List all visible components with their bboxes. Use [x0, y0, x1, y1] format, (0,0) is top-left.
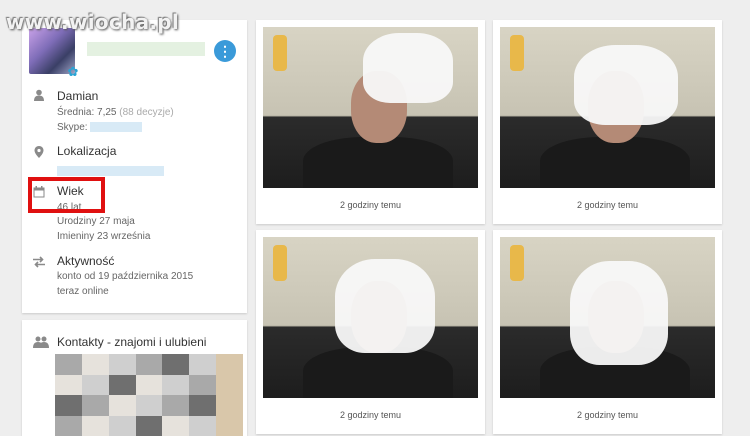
photo-caption: 2 godziny temu: [576, 200, 639, 210]
profile-name: Damian: [57, 89, 99, 103]
more-options-button[interactable]: ⋮: [214, 40, 236, 62]
people-icon: [33, 336, 49, 348]
blurred-username: [87, 42, 205, 56]
contacts-card: Kontakty - znajomi i ulubieni: [22, 320, 247, 436]
photo-caption: 2 godziny temu: [339, 410, 402, 420]
profile-card: ✿ ⋮ Damian Średnia: 7,25 (88 decyzje) Sk…: [22, 20, 247, 313]
skype-label: Skype:: [57, 122, 88, 133]
account-since: konto od 19 października 2015: [57, 271, 194, 282]
swap-arrows-icon: [33, 256, 45, 268]
photo-caption: 2 godziny temu: [339, 200, 402, 210]
rating-count: (88 decyzje): [119, 107, 174, 118]
contacts-title: Kontakty - znajomi i ulubieni: [57, 335, 207, 349]
pin-icon: [33, 146, 45, 158]
location-title: Lokalizacja: [57, 144, 117, 158]
butterfly-icon: ✿: [67, 64, 79, 79]
photo-caption: 2 godziny temu: [576, 410, 639, 420]
photo-card[interactable]: 2 godziny temu: [493, 20, 722, 224]
photo-image[interactable]: [263, 27, 478, 188]
rating-line: Średnia: 7,25 (88 decyzje): [57, 107, 174, 118]
person-icon: [33, 89, 45, 101]
photo-card[interactable]: 2 godziny temu: [256, 20, 485, 224]
photo-card[interactable]: 2 godziny temu: [256, 230, 485, 434]
skype-blurred: [90, 122, 143, 133]
activity-title: Aktywność: [57, 254, 115, 268]
online-status: teraz online: [57, 286, 109, 297]
nameday: Imieniny 23 września: [57, 231, 151, 242]
contacts-thumbnails-blurred[interactable]: [55, 354, 243, 436]
location-blurred: [57, 166, 164, 176]
highlight-box: [28, 177, 105, 213]
photo-image[interactable]: [263, 237, 478, 398]
skype-line: Skype:: [57, 122, 143, 133]
rating-value: Średnia: 7,25: [57, 107, 117, 118]
birthday: Urodziny 27 maja: [57, 216, 135, 227]
watermark: www.wiocha.pl: [6, 10, 180, 34]
photo-image[interactable]: [500, 27, 715, 188]
photo-card[interactable]: 2 godziny temu: [493, 230, 722, 434]
photo-image[interactable]: [500, 237, 715, 398]
